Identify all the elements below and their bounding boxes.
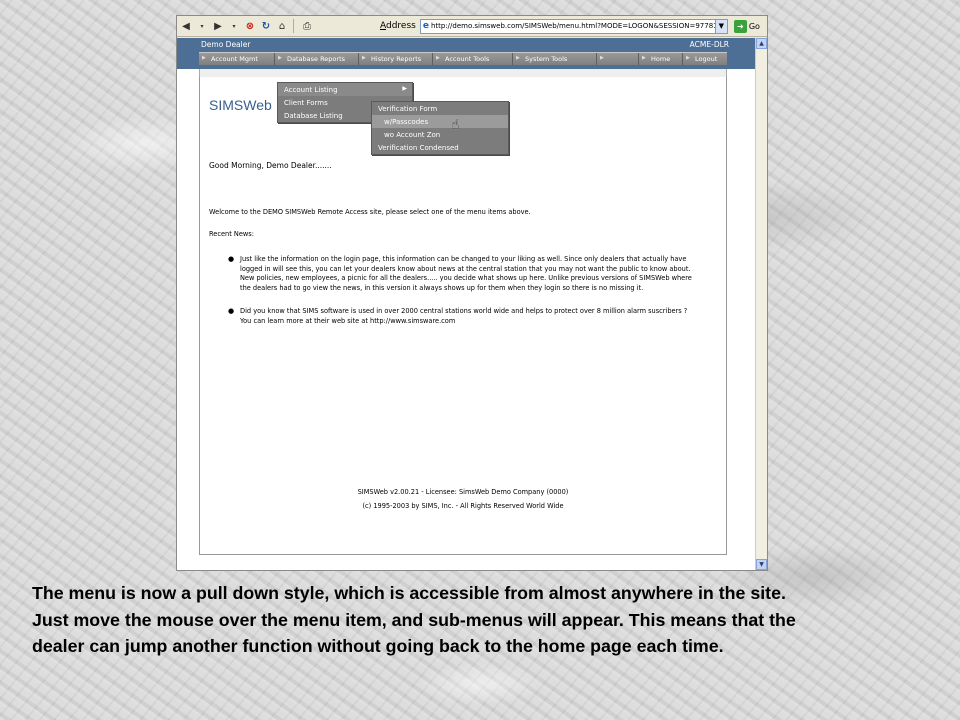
submenu-arrow-icon: ▶ (402, 85, 407, 92)
list-item: ● Just like the information on the login … (228, 255, 698, 293)
welcome-text: Welcome to the DEMO SIMSWeb Remote Acces… (209, 208, 531, 216)
refresh-icon[interactable]: ↻ (259, 18, 273, 34)
footer-version: SIMSWeb v2.00.21 - Licensee: SimsWeb Dem… (357, 488, 569, 496)
stop-icon[interactable]: ⊗ (243, 18, 257, 34)
slide-caption: The menu is now a pull down style, which… (32, 580, 932, 660)
forward-dropdown-icon[interactable]: ▾ (227, 18, 241, 34)
browser-window: ◀ ▾ ▶ ▾ ⊗ ↻ ⌂ ⎙ Address e http://demo.si… (176, 15, 768, 571)
menu-arrow-icon: ▶ (202, 55, 206, 61)
dealer-code: ACME-DLR (689, 40, 729, 49)
menu-system-tools[interactable]: ▶ System Tools (513, 53, 597, 65)
address-label-text: ddress (386, 21, 416, 31)
menu-label: System Tools (525, 55, 568, 63)
bullet-icon: ● (228, 307, 235, 316)
menu-arrow-icon: ▶ (600, 55, 604, 61)
dealer-name: Demo Dealer (201, 40, 251, 49)
menu-logout[interactable]: ▶ Logout (683, 53, 727, 65)
back-dropdown-icon[interactable]: ▾ (195, 18, 209, 34)
dropdown-item-label: Client Forms (284, 98, 328, 107)
toolbar-separator (293, 19, 294, 33)
news-text: Just like the information on the login p… (240, 255, 692, 292)
dropdown-item-account-listing[interactable]: Account Listing ▶ (278, 83, 412, 96)
scroll-down-icon[interactable]: ▼ (756, 559, 767, 570)
site-header: Demo Dealer ACME-DLR ▶ Account Mgmt ▶ Data… (177, 38, 755, 69)
bullet-icon: ● (228, 255, 235, 263)
account-listing-submenu: Verification Form w/Passcodes wo Account… (371, 101, 509, 155)
dropdown-item-label: Verification Form (378, 104, 438, 113)
menu-arrow-icon: ▶ (642, 55, 646, 61)
menu-label: Home (651, 55, 671, 63)
dropdown-item-label: Account Listing (284, 85, 338, 94)
submenu-item-w-passcodes[interactable]: w/Passcodes (372, 115, 508, 128)
menu-arrow-icon: ▶ (436, 55, 440, 61)
page-icon: e (422, 21, 429, 31)
caption-line: dealer can jump another function without… (32, 636, 724, 656)
dropdown-item-label: Database Listing (284, 111, 343, 120)
vertical-scrollbar[interactable]: ▲ ▼ (755, 38, 767, 570)
menu-blank[interactable]: ▶ (597, 53, 639, 65)
submenu-item-verification-form[interactable]: Verification Form (372, 102, 508, 115)
address-url: http://demo.simsweb.com/SIMSWeb/menu.htm… (430, 22, 716, 30)
browser-toolbar: ◀ ▾ ▶ ▾ ⊗ ↻ ⌂ ⎙ Address e http://demo.si… (177, 16, 767, 37)
menu-label: Database Reports (287, 55, 346, 63)
header-gap-band (199, 69, 727, 77)
recent-news-label: Recent News: (209, 230, 254, 238)
home-icon[interactable]: ⌂ (275, 18, 289, 34)
go-arrow-icon: ➜ (733, 19, 747, 33)
simsweb-logo: SIMSWeb (209, 97, 272, 113)
footer-copyright: (c) 1995-2003 by SIMS, Inc. - All Rights… (362, 502, 564, 510)
address-dropdown-icon[interactable]: ▼ (715, 18, 728, 34)
greeting-text: Good Morning, Demo Dealer....... (209, 161, 332, 170)
main-menubar: ▶ Account Mgmt ▶ Database Reports ▶ History… (199, 52, 727, 65)
scroll-up-icon[interactable]: ▲ (756, 38, 767, 49)
menu-arrow-icon: ▶ (516, 55, 520, 61)
menu-label: Account Tools (445, 55, 490, 63)
back-arrow-icon[interactable]: ◀ (179, 18, 193, 34)
print-icon[interactable]: ⎙ (300, 18, 314, 34)
submenu-item-verification-condensed[interactable]: Verification Condensed (372, 141, 508, 154)
menu-arrow-icon: ▶ (278, 55, 282, 61)
menu-history-reports[interactable]: ▶ History Reports (359, 53, 433, 65)
page-viewport: Demo Dealer ACME-DLR ▶ Account Mgmt ▶ Data… (177, 38, 755, 570)
hand-cursor-icon: ☝ (451, 117, 460, 133)
menu-account-mgmt[interactable]: ▶ Account Mgmt (199, 53, 275, 65)
menu-account-tools[interactable]: ▶ Account Tools (433, 53, 513, 65)
go-button[interactable]: ➜ Go (733, 19, 760, 33)
submenu-item-wo-account-zones[interactable]: wo Account Zon (372, 128, 508, 141)
go-label: Go (748, 21, 760, 31)
dropdown-item-label: wo Account Zon (384, 130, 441, 139)
address-bar[interactable]: e http://demo.simsweb.com/SIMSWeb/menu.h… (419, 18, 716, 34)
menu-label: Logout (695, 55, 718, 63)
address-label: Address (380, 21, 416, 31)
dropdown-item-label: Verification Condensed (378, 143, 459, 152)
caption-line: The menu is now a pull down style, which… (32, 583, 786, 603)
menu-label: Account Mgmt (211, 55, 258, 63)
news-text: Did you know that SIMS software is used … (240, 307, 688, 325)
menu-label: History Reports (371, 55, 422, 63)
menu-home[interactable]: ▶ Home (639, 53, 683, 65)
forward-arrow-icon[interactable]: ▶ (211, 18, 225, 34)
news-list: ● Just like the information on the login … (228, 255, 698, 341)
menu-database-reports[interactable]: ▶ Database Reports (275, 53, 359, 65)
dropdown-item-label: w/Passcodes (384, 117, 429, 126)
menu-arrow-icon: ▶ (362, 55, 366, 61)
menu-arrow-icon: ▶ (686, 55, 690, 61)
caption-line: Just move the mouse over the menu item, … (32, 609, 796, 630)
list-item: ● Did you know that SIMS software is used… (228, 307, 698, 326)
